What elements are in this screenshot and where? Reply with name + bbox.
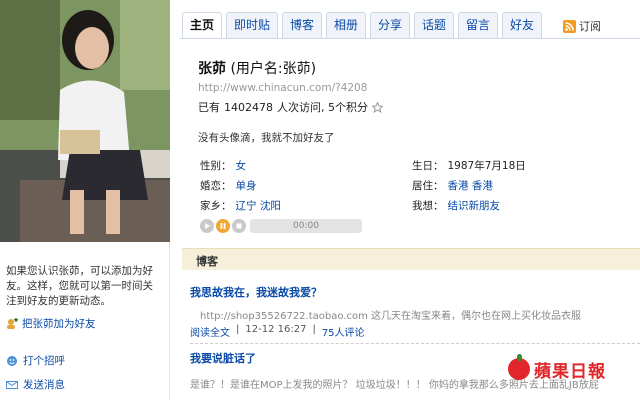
tab-album[interactable]: 相册 (326, 12, 366, 38)
music-player: 00:00 (200, 218, 370, 234)
play-icon (205, 223, 210, 229)
greet-icon (7, 355, 17, 366)
tab-friends[interactable]: 好友 (502, 12, 542, 38)
sidebar-intro: 如果您认识张茆，可以添加为好友。这样，您就可以第一时间关注到好友的更新动态。 (6, 265, 153, 307)
gender-label: 性别： (200, 160, 232, 172)
greet-label: 打个招呼 (23, 355, 65, 367)
marital-value[interactable]: 单身 (236, 180, 257, 192)
post-divider (190, 343, 640, 344)
residence-label: 居住： (412, 180, 444, 192)
comments-link[interactable]: 75人评论 (322, 324, 365, 339)
apple-logo-icon (508, 354, 530, 380)
sep-2: | (312, 324, 316, 335)
visit-stats: 已有 1402478 人次访问, 5个积分 (198, 99, 383, 115)
visits-prefix: 已有 (198, 101, 220, 114)
username: (用户名:张茆) (230, 61, 317, 77)
wish-value[interactable]: 结识新朋友 (448, 200, 501, 212)
player-time: 00:00 (293, 221, 319, 231)
hometown-label: 家乡： (200, 200, 232, 212)
post-time: 12-12 16:27 (245, 324, 307, 335)
star-icon (372, 101, 383, 113)
pause-button[interactable] (216, 219, 230, 233)
stop-button[interactable] (232, 219, 246, 233)
residence-value[interactable]: 香港 香港 (448, 180, 493, 192)
marital-field: 婚恋： 单身 (200, 178, 257, 193)
greet-link[interactable]: 打个招呼 (6, 353, 65, 368)
birthday-value: 1987年7月18日 (447, 160, 526, 172)
profile-url[interactable]: http://www.chinacun.com/?4208 (198, 82, 367, 94)
read-more-link[interactable]: 阅读全文 (190, 324, 230, 339)
wish-label: 我想： (412, 200, 444, 212)
marital-label: 婚恋： (200, 180, 232, 192)
profile-photo (0, 0, 170, 242)
hometown-value[interactable]: 辽宁 沈阳 (236, 200, 281, 212)
blog-post-title[interactable]: 我思故我在，我迷故我爱？ (190, 284, 322, 300)
wish-field: 我想： 结识新朋友 (412, 198, 500, 213)
tab-notes[interactable]: 即时贴 (226, 12, 278, 38)
residence-field: 居住： 香港 香港 (412, 178, 493, 193)
tab-blog[interactable]: 博客 (282, 12, 322, 38)
tab-topic[interactable]: 话题 (414, 12, 454, 38)
sidebar: 如果您认识张茆，可以添加为好友。这样，您就可以第一时间关注到好友的更新动态。 把… (0, 242, 170, 400)
hometown-field: 家乡： 辽宁 沈阳 (200, 198, 281, 213)
birthday-field: 生日： 1987年7月18日 (412, 158, 526, 173)
birthday-label: 生日： (412, 160, 444, 172)
play-button[interactable] (200, 219, 214, 233)
newspaper-watermark: 蘋果日報 (508, 354, 636, 382)
add-friend-label: 把张茆加为好友 (22, 318, 96, 330)
message-link[interactable]: 发送消息 (6, 377, 65, 392)
tab-divider (180, 38, 640, 39)
gender-field: 性别： 女 (200, 158, 246, 173)
sep-1: | (236, 324, 240, 335)
message-icon (6, 380, 18, 389)
subscribe-link[interactable]: 订阅 (563, 18, 601, 34)
profile-name: 张茆 (用户名:张茆) (198, 58, 316, 78)
gender-value[interactable]: 女 (236, 160, 247, 172)
blog-post-title-2[interactable]: 我要说脏话了 (190, 350, 256, 366)
blog-section-title: 博客 (196, 255, 218, 268)
stop-icon (236, 223, 242, 229)
visits-suffix: 人次访问, 5个积分 (277, 101, 368, 114)
player-progress[interactable]: 00:00 (250, 219, 362, 233)
blog-section-header: 博客 (182, 248, 640, 270)
blog-post-meta: 阅读全文 | 12-12 16:27 | 75人评论 (190, 324, 365, 339)
message-label: 发送消息 (23, 379, 65, 391)
rss-icon (563, 19, 576, 33)
blog-post-excerpt: http://shop35526722.taobao.com 这几天在淘宝来着，… (200, 311, 582, 322)
pause-icon (220, 223, 226, 229)
tab-share[interactable]: 分享 (370, 12, 410, 38)
tab-guestbook[interactable]: 留言 (458, 12, 498, 38)
watermark-text: 蘋果日報 (534, 361, 606, 382)
add-friend-icon (7, 317, 18, 329)
no-avatar-note: 没有头像滴，我就不加好友了 (198, 132, 335, 144)
display-name: 张茆 (198, 61, 226, 77)
add-friend-link[interactable]: 把张茆加为好友 (6, 316, 96, 331)
tab-home[interactable]: 主页 (182, 12, 222, 38)
visits-count: 1402478 (224, 100, 273, 114)
subscribe-label: 订阅 (579, 20, 601, 33)
